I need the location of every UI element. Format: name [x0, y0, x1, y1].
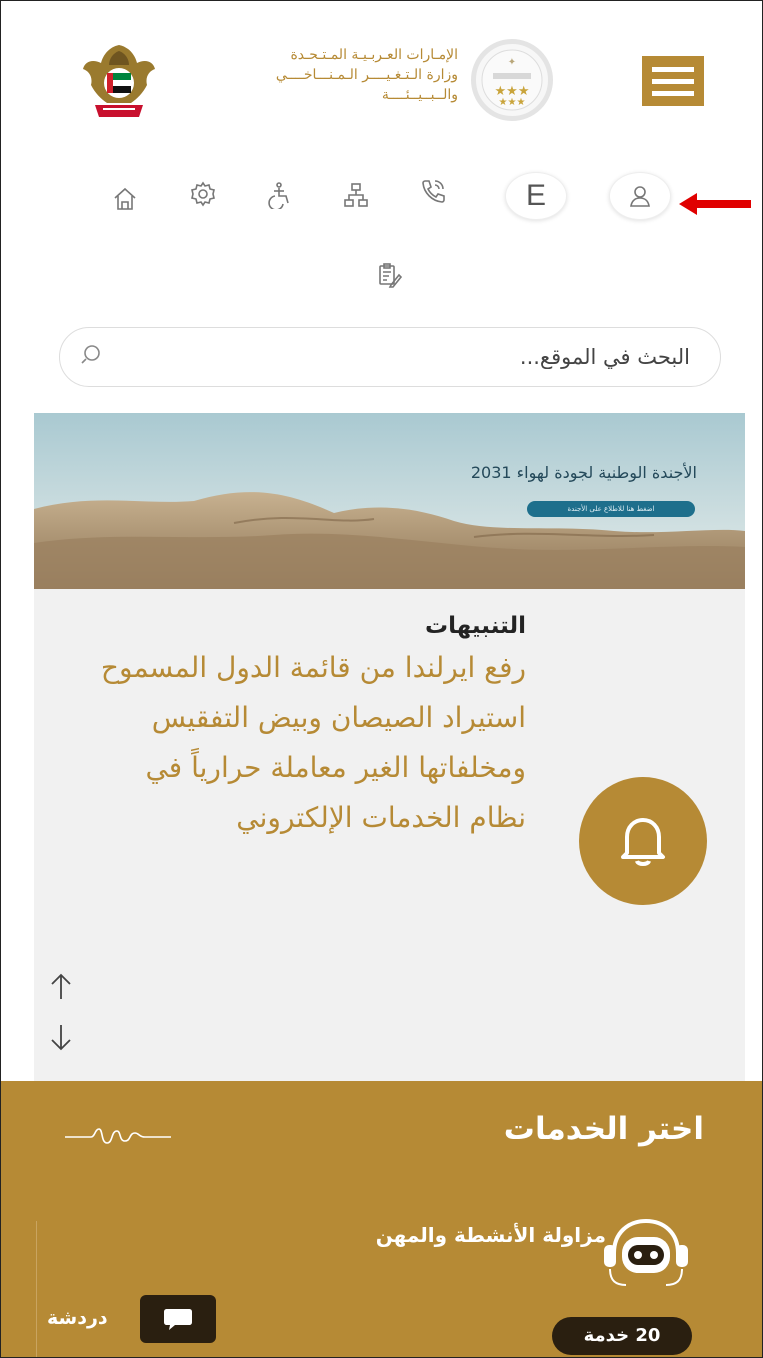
- services-section: اختر الخدمات مزاولة الأنشطة والمهن 20 خد…: [1, 1081, 762, 1357]
- robot-assistant-icon[interactable]: [596, 1211, 696, 1291]
- user-icon[interactable]: [609, 172, 671, 220]
- ministry-name-line3: والــبــيــئــــة: [381, 87, 458, 103]
- red-arrow-pointer-icon: [679, 193, 751, 215]
- bell-icon[interactable]: [579, 777, 707, 905]
- award-logo: ✦ ★★★ ★★★: [471, 39, 553, 121]
- svg-text:★★★: ★★★: [499, 97, 526, 108]
- search-icon[interactable]: [80, 342, 106, 368]
- ministry-name-line2: وزارة الـتـغـيــــر الـمـنـــاخــــي: [275, 67, 458, 83]
- page-frame: ✦ ★★★ ★★★ الإمـارات العـربـيـة المـتـحـد…: [0, 0, 763, 1358]
- arrow-up-icon[interactable]: [46, 971, 76, 1001]
- sitemap-icon[interactable]: [334, 173, 378, 217]
- feedback-icon[interactable]: [367, 253, 411, 297]
- service-count-badge: 20 خدمة: [552, 1317, 692, 1355]
- arrow-down-icon[interactable]: [46, 1023, 76, 1053]
- decorative-squiggle-icon: [65, 1128, 171, 1144]
- language-toggle-button[interactable]: E: [505, 172, 567, 220]
- ministry-name: الإمـارات العـربـيـة المـتـحـدة وزارة ال…: [176, 45, 458, 115]
- accessibility-icon[interactable]: [258, 173, 302, 217]
- ministry-name-line1: الإمـارات العـربـيـة المـتـحـدة: [290, 47, 458, 63]
- alert-message-link[interactable]: رفع ايرلندا من قائمة الدول المسموح استير…: [86, 643, 526, 843]
- phone-icon[interactable]: [411, 169, 455, 213]
- language-toggle-label: E: [525, 179, 546, 212]
- service-category-label[interactable]: مزاولة الأنشطة والمهن: [376, 1223, 606, 1247]
- banner-title: الأجندة الوطنية لجودة لهواء 2031: [470, 463, 697, 482]
- chat-button[interactable]: [140, 1295, 216, 1343]
- gear-icon[interactable]: [181, 172, 225, 216]
- divider: [36, 1221, 37, 1357]
- chat-bubble-icon: [164, 1309, 192, 1330]
- banner-cta-button[interactable]: اضغط هنا للاطلاع على الأجندة: [527, 501, 695, 517]
- hero-banner[interactable]: الأجندة الوطنية لجودة لهواء 2031 اضغط هن…: [34, 413, 745, 589]
- search-bar: [59, 327, 721, 387]
- search-input[interactable]: [130, 340, 690, 374]
- services-title: اختر الخدمات: [503, 1111, 704, 1147]
- svg-text:✦: ✦: [508, 57, 516, 68]
- home-icon[interactable]: [103, 177, 147, 221]
- chat-label[interactable]: دردشة: [47, 1307, 108, 1329]
- hamburger-menu-button[interactable]: [642, 56, 704, 106]
- uae-emblem-logo[interactable]: [79, 39, 159, 121]
- alerts-title: التنبيهات: [424, 613, 526, 639]
- alerts-section: التنبيهات رفع ايرلندا من قائمة الدول الم…: [34, 589, 745, 1081]
